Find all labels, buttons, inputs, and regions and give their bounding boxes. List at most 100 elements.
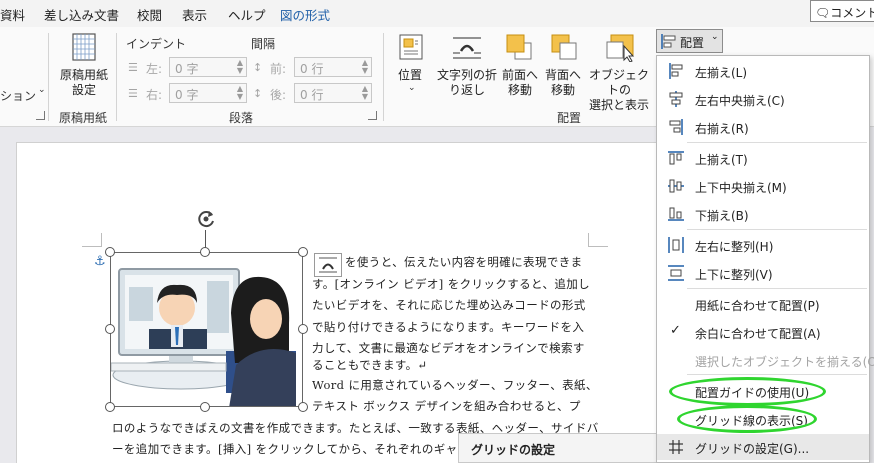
position-icon	[399, 34, 423, 60]
indent-left-icon: ☰	[128, 61, 138, 74]
tab-review[interactable]: 校閲	[137, 5, 162, 24]
position-button-label: 位置	[397, 68, 422, 82]
genko-button-label: 原稿用紙 設定	[59, 68, 108, 97]
align-bottom-icon	[668, 207, 684, 221]
spinner-icon[interactable]: ▲ ▼	[362, 85, 368, 101]
menu-item-align-top[interactable]: 上揃え(T)	[657, 145, 869, 171]
menu-divider	[687, 288, 867, 289]
send-backward-button-label: 背面へ 移動	[544, 68, 581, 97]
menu-item-distribute-vertical[interactable]: 上下に整列(V)	[657, 260, 869, 286]
tab-references[interactable]: 資料	[0, 5, 25, 24]
doc-line: す。[オンライン ビデオ] をクリックすると、追加し	[312, 277, 591, 291]
menu-item-align-left[interactable]: 左揃え(L)	[657, 58, 869, 84]
ribbon-tabs: 資料 差し込み文書 校閲 表示 ヘルプ 図の形式 🗨コメント	[0, 0, 874, 27]
spacing-after-icon: ↕	[253, 87, 263, 100]
manuscript-paper-icon	[72, 33, 96, 61]
spinner-icon[interactable]: ▲ ▼	[237, 85, 243, 101]
tab-picture-format[interactable]: 図の形式	[280, 5, 330, 24]
tab-mailings[interactable]: 差し込み文書	[44, 5, 119, 24]
selection-pane-button-label: オブジェクトの 選択と表示	[588, 68, 649, 112]
menu-item-align-bottom[interactable]: 下揃え(B)	[657, 201, 869, 227]
menu-item-distribute-horizontal[interactable]: 左右に整列(H)	[657, 232, 869, 258]
indent-left-field[interactable]: 0 字 ▲ ▼	[169, 57, 247, 77]
menu-item-align-to-page[interactable]: 用紙に合わせて配置(P)	[657, 291, 869, 317]
indent-right-icon: ☰	[128, 87, 138, 100]
spacing-after-label: 後:	[270, 88, 287, 102]
distribute-horizontal-icon	[668, 237, 684, 253]
spinner-icon[interactable]: ▲ ▼	[362, 59, 368, 75]
divider	[383, 33, 384, 121]
align-top-icon	[668, 151, 684, 165]
highlight-ring	[677, 405, 817, 433]
menu-item-grid-settings[interactable]: グリッドの設定(G)...	[657, 434, 869, 460]
divider	[48, 33, 49, 121]
doc-line: たいビデオを、それに応じた埋め込みコードの形式	[312, 298, 586, 312]
wrap-text-icon	[319, 257, 337, 273]
highlight-ring	[669, 377, 826, 406]
doc-line: 力して、文書に最適なビデオをオンラインで検索す	[312, 341, 585, 355]
grid-icon	[669, 440, 683, 454]
tab-help[interactable]: ヘルプ	[228, 5, 266, 24]
menu-item-align-center[interactable]: 左右中央揃え(C)	[657, 86, 869, 112]
menu-divider	[687, 142, 867, 143]
wrap-text-icon	[453, 37, 481, 59]
spinner-icon[interactable]: ▲ ▼	[237, 59, 243, 75]
spacing-title: 間隔	[251, 37, 276, 51]
video-call-illustration	[111, 268, 296, 406]
indent-title: インデント	[126, 37, 187, 51]
align-middle-icon	[668, 179, 684, 193]
align-button-label: 配置	[680, 36, 705, 50]
doc-line: テキスト ボックス デザインを組み合わせると、プ	[312, 399, 581, 413]
chevron-down-icon: ⌄	[408, 83, 416, 93]
menu-divider	[687, 374, 867, 375]
doc-line: を使うと、伝えたい内容を明確に表現できま	[345, 255, 583, 269]
divider	[116, 33, 117, 121]
checkmark-icon: ✓	[670, 323, 681, 338]
align-dropdown-menu: 左揃え(L) 左右中央揃え(C) 右揃え(R) 上揃え(T) 上下中央揃え(M)…	[656, 55, 874, 463]
doc-line: Word に用意されているヘッダー、フッター、表紙、	[312, 378, 598, 392]
menu-item-align-selected: 選択したオブジェクトを揃える(O)	[695, 355, 874, 369]
dialog-launcher-icon[interactable]	[368, 111, 377, 120]
bring-forward-button-label: 前面へ 移動	[501, 68, 538, 97]
menu-divider	[687, 229, 867, 230]
layout-options-button[interactable]	[314, 253, 342, 277]
align-center-icon	[669, 91, 683, 107]
menu-item-align-middle[interactable]: 上下中央揃え(M)	[657, 173, 869, 199]
spacing-before-icon: ↕	[253, 61, 263, 74]
bring-forward-icon	[506, 34, 532, 60]
selection-pane-icon	[606, 34, 635, 62]
distribute-vertical-icon	[668, 265, 684, 281]
selected-picture[interactable]	[110, 252, 303, 407]
doc-line: ることもできます。↵	[312, 358, 428, 372]
comment-button[interactable]: 🗨コメント	[810, 0, 874, 22]
align-left-icon	[669, 63, 683, 79]
group-label-paragraph: 段落	[229, 111, 254, 125]
spacing-before-field[interactable]: 0 行 ▲ ▼	[294, 57, 372, 77]
ribbon-partial-label[interactable]: ション	[0, 87, 36, 104]
align-icon	[661, 34, 676, 49]
indent-right-field[interactable]: 0 字 ▲ ▼	[169, 83, 247, 103]
chevron-down-icon: ⌄	[38, 85, 46, 95]
anchor-icon: ⚓	[94, 254, 106, 269]
chevron-down-icon: ⌄	[711, 32, 719, 42]
doc-line: ーを追加できます。[挿入] をクリックしてから、それぞれのギャ	[112, 442, 458, 456]
group-label-genko: 原稿用紙	[59, 111, 108, 125]
rotate-handle-icon[interactable]	[195, 208, 217, 230]
group-label-arrange: 配置	[557, 111, 582, 125]
align-button[interactable]: 配置 ⌄	[656, 29, 723, 53]
grid-settings-tooltip: グリッドの設定	[458, 433, 658, 463]
align-right-icon	[669, 119, 683, 135]
comment-icon: 🗨	[815, 6, 831, 20]
indent-right-label: 右:	[146, 88, 163, 102]
tab-view[interactable]: 表示	[182, 5, 207, 24]
spacing-after-field[interactable]: 0 行 ▲ ▼	[294, 83, 372, 103]
indent-left-label: 左:	[146, 62, 163, 76]
margin-corner-mark	[82, 233, 102, 247]
doc-line: で貼り付けできるようになります。キーワードを入	[312, 320, 585, 334]
menu-item-align-to-margin[interactable]: ✓ 余白に合わせて配置(A)	[657, 319, 869, 345]
send-backward-icon	[551, 34, 577, 60]
menu-item-align-right[interactable]: 右揃え(R)	[657, 114, 869, 140]
dialog-launcher-icon[interactable]	[36, 111, 45, 120]
margin-corner-mark	[588, 233, 608, 247]
spacing-before-label: 前:	[270, 62, 287, 76]
